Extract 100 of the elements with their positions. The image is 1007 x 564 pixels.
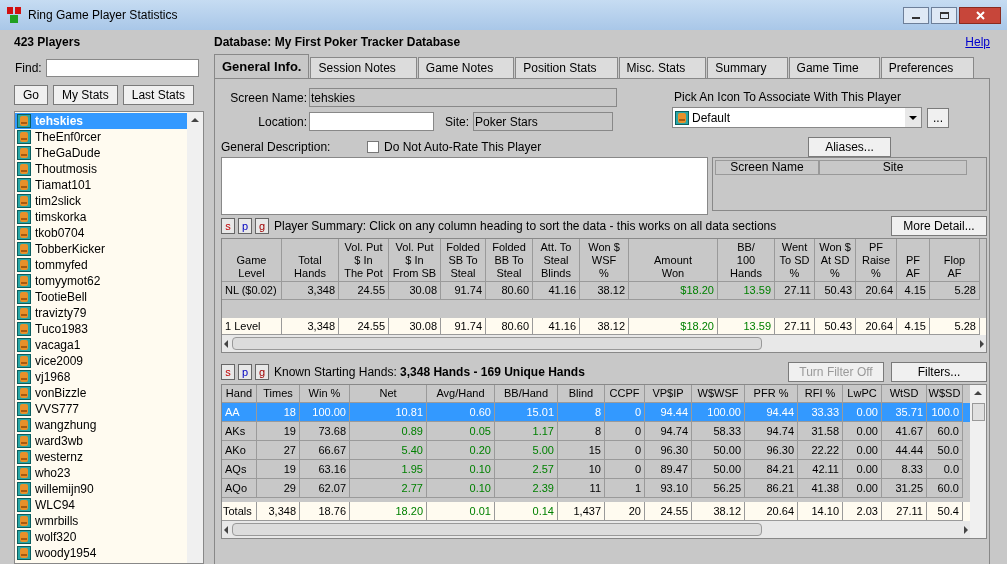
player-list-item[interactable]: ward3wb (15, 433, 187, 449)
table-cell: 29 (257, 479, 300, 498)
column-header: Game Level (222, 239, 282, 282)
column-header: Won $ At SD % (815, 239, 856, 282)
player-list-item[interactable]: vj1968 (15, 369, 187, 385)
site-field[interactable]: Poker Stars (473, 112, 613, 131)
description-field[interactable] (221, 157, 708, 215)
scroll-thumb[interactable] (971, 403, 985, 421)
section-toggle-button[interactable]: s (221, 218, 235, 234)
player-list-item[interactable]: tim2slick (15, 193, 187, 209)
player-filter-button[interactable]: My Stats (53, 85, 118, 105)
tab[interactable]: Misc. Stats (618, 57, 707, 78)
player-list-item[interactable]: Tuco1983 (15, 321, 187, 337)
tab[interactable]: General Info. (214, 54, 310, 78)
player-list-item[interactable]: VVS777 (15, 401, 187, 417)
vertical-scrollbar[interactable] (970, 385, 986, 538)
table-cell: 50.43 (815, 282, 856, 300)
table-cell: 13.59 (718, 282, 775, 300)
player-list-item[interactable]: timskorka (15, 209, 187, 225)
scroll-thumb[interactable] (232, 337, 762, 350)
auto-rate-checkbox[interactable] (367, 141, 379, 153)
player-icon (17, 514, 31, 528)
player-icon (17, 130, 31, 144)
scroll-left-icon[interactable] (224, 339, 228, 348)
table-cell: 86.21 (745, 479, 798, 498)
more-detail-button[interactable]: More Detail... (891, 216, 987, 236)
section-toggle-button[interactable]: g (255, 218, 269, 234)
player-list-item[interactable]: TootieBell (15, 289, 187, 305)
scroll-thumb[interactable] (232, 523, 762, 536)
player-list-item[interactable]: vice2009 (15, 353, 187, 369)
tab[interactable]: Preferences (880, 57, 975, 78)
player-icon (17, 450, 31, 464)
player-icon (17, 466, 31, 480)
player-list-item[interactable]: tomyymot62 (15, 273, 187, 289)
table-cell: 2.77 (350, 479, 427, 498)
location-field[interactable] (309, 112, 434, 131)
player-icon (17, 418, 31, 432)
icon-dropdown[interactable]: Default (672, 107, 922, 128)
player-list-item[interactable]: WLC94 (15, 497, 187, 513)
table-cell: 3,348 (282, 282, 339, 300)
player-list-item[interactable]: Tiamat101 (15, 177, 187, 193)
player-list-item[interactable]: TheEnf0rcer (15, 129, 187, 145)
table-cell: 0.10 (427, 479, 495, 498)
player-list-item[interactable]: woody1954 (15, 545, 187, 561)
app-icon (6, 6, 22, 24)
scroll-left-icon[interactable] (224, 525, 228, 534)
player-icon (17, 290, 31, 304)
player-icon (17, 370, 31, 384)
player-list-item[interactable]: who23 (15, 465, 187, 481)
player-list-item[interactable]: TheGaDude (15, 145, 187, 161)
find-label: Find: (15, 60, 42, 77)
scroll-up-icon[interactable] (191, 118, 199, 122)
section-toggle-button[interactable]: p (238, 218, 252, 234)
column-header: Vol. Put $ In The Pot (339, 239, 389, 282)
section-toggle-button[interactable]: s (221, 364, 235, 380)
aliases-button[interactable]: Aliases... (808, 137, 891, 157)
column-header: Total Hands (282, 239, 339, 282)
horizontal-scrollbar[interactable] (222, 521, 970, 538)
tab[interactable]: Position Stats (515, 57, 618, 78)
icon-picker-label: Pick An Icon To Associate With This Player (673, 89, 902, 106)
close-button[interactable] (959, 6, 1001, 24)
player-filter-button[interactable]: Go (14, 85, 48, 105)
section-toggle-button[interactable]: p (238, 364, 252, 380)
minimize-button[interactable] (903, 6, 929, 24)
scroll-right-icon[interactable] (980, 339, 984, 348)
player-list-item[interactable]: vonBizzle (15, 385, 187, 401)
player-icon (17, 242, 31, 256)
section-toggle-button[interactable]: g (255, 364, 269, 380)
player-icon (17, 274, 31, 288)
vertical-scrollbar[interactable] (187, 112, 203, 563)
tab[interactable]: Summary (707, 57, 788, 78)
player-list-item[interactable]: tommyfed (15, 257, 187, 273)
horizontal-scrollbar[interactable] (222, 335, 986, 352)
player-list-item[interactable]: westernz (15, 449, 187, 465)
filters-button[interactable]: Filters... (891, 362, 987, 382)
player-list-item[interactable]: vacaga1 (15, 337, 187, 353)
table-cell: 27.11 (775, 282, 815, 300)
player-list-item[interactable]: TobberKicker (15, 241, 187, 257)
player-list-item[interactable]: wmrbills (15, 513, 187, 529)
column-header[interactable]: Screen Name (715, 160, 819, 175)
player-icon (17, 402, 31, 416)
player-list-item[interactable]: wangzhung (15, 417, 187, 433)
screen-name-field[interactable]: tehskies (309, 88, 617, 107)
help-link[interactable]: Help (965, 33, 990, 51)
scroll-up-icon[interactable] (974, 391, 982, 395)
player-list-item[interactable]: tkob0704 (15, 225, 187, 241)
tab[interactable]: Session Notes (310, 57, 417, 78)
browse-button[interactable]: ... (927, 107, 949, 128)
tab[interactable]: Game Notes (417, 57, 515, 78)
maximize-button[interactable] (931, 6, 957, 24)
player-list-item[interactable]: wolf320 (15, 529, 187, 545)
player-list-item[interactable]: willemijn90 (15, 481, 187, 497)
close-icon[interactable] (975, 10, 985, 20)
player-list-item[interactable]: travizty79 (15, 305, 187, 321)
player-filter-button[interactable]: Last Stats (122, 85, 195, 105)
player-list-item[interactable]: Thoutmosis (15, 161, 187, 177)
player-icon (17, 210, 31, 224)
column-header[interactable]: Site (819, 160, 967, 175)
find-field[interactable] (45, 59, 199, 77)
tab[interactable]: Game Time (788, 57, 880, 78)
